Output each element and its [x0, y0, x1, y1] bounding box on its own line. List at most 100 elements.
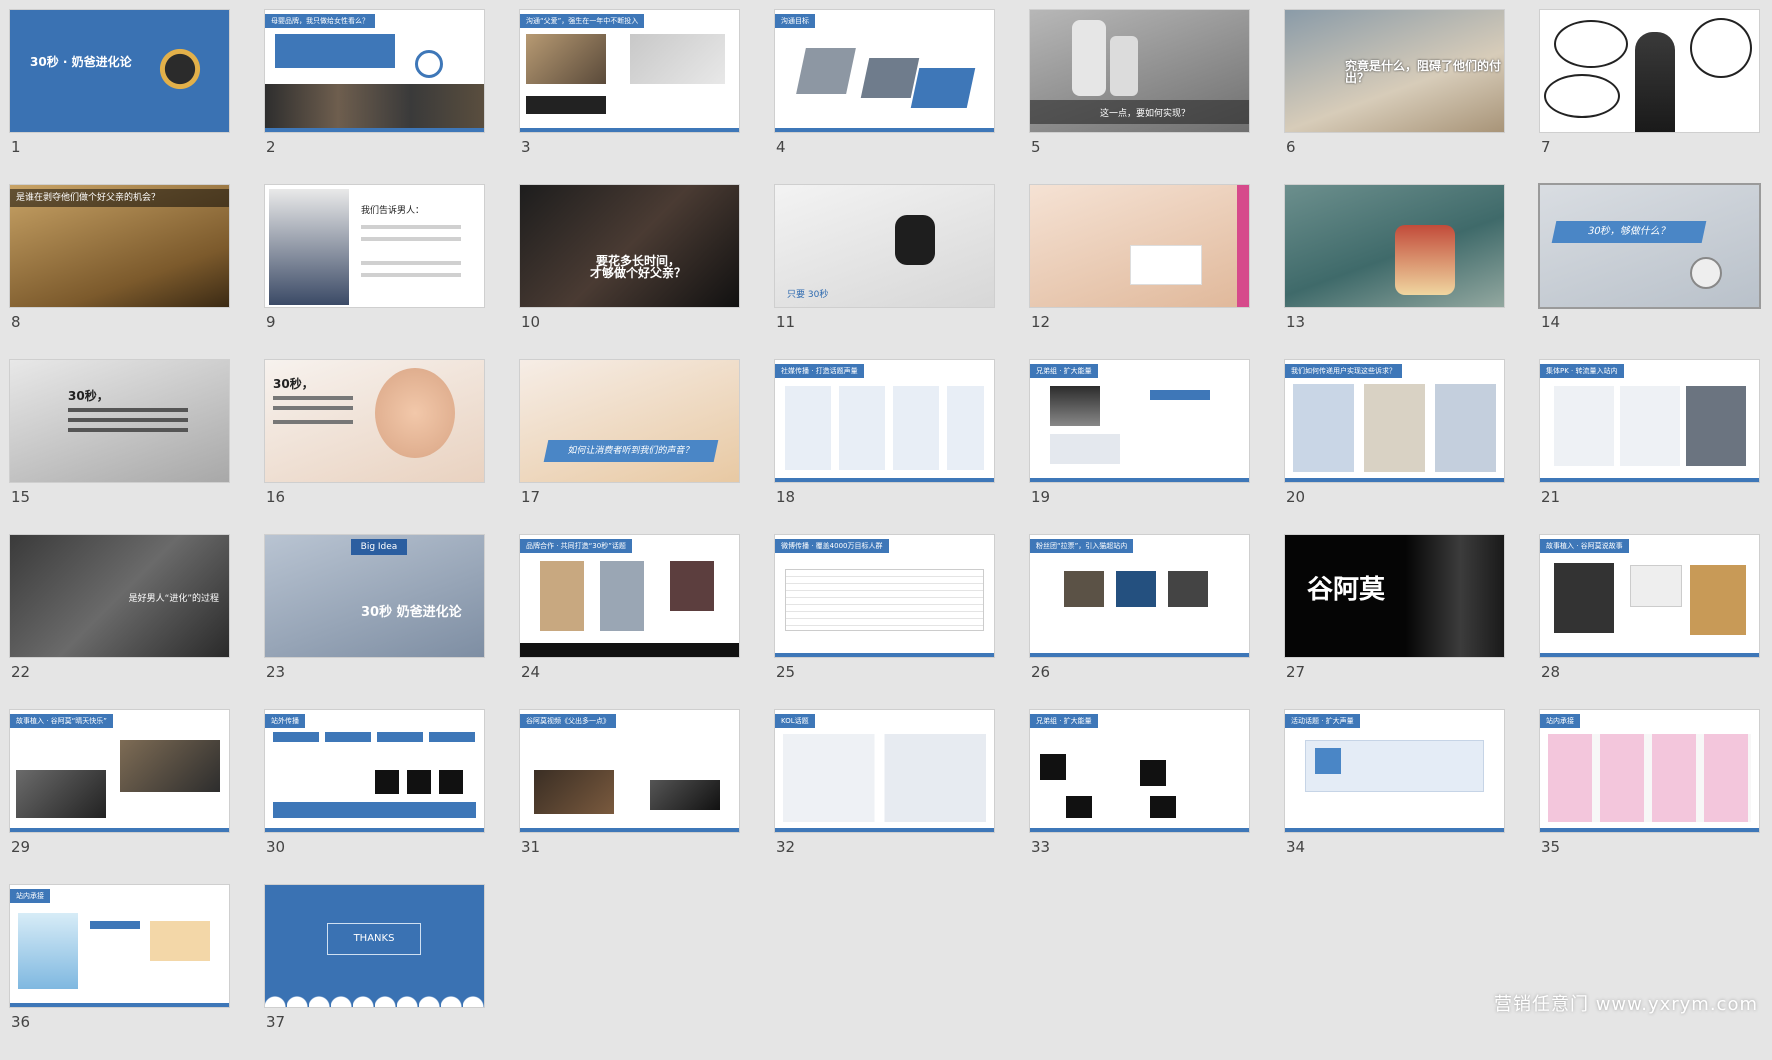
slide-thumbnail[interactable]: 兄弟组 · 扩大能量: [1030, 360, 1249, 482]
slide-thumbnail[interactable]: [1030, 185, 1249, 307]
slide-32[interactable]: KOL话题 32: [775, 710, 994, 885]
slide-number: 37: [266, 1013, 286, 1031]
slide-thumbnail[interactable]: 要花多长时间， 才够做个好父亲？: [520, 185, 739, 307]
slide-number: 14: [1541, 313, 1561, 331]
slide-thumbnail[interactable]: 母婴品牌，我只做给女性看么？: [265, 10, 484, 132]
slide-text: 30秒 奶爸进化论: [361, 605, 462, 620]
slide-thumbnail[interactable]: 沟通目标: [775, 10, 994, 132]
slide-thumbnail[interactable]: [1285, 185, 1504, 307]
slide-thumbnail[interactable]: 30秒，: [265, 360, 484, 482]
slide-6[interactable]: 究竟是什么，阻碍了他们的付出？ 6: [1285, 10, 1504, 185]
slide-thumbnail[interactable]: 究竟是什么，阻碍了他们的付出？: [1285, 10, 1504, 132]
slide-thumbnail[interactable]: 集体PK · 转流量入站内: [1540, 360, 1759, 482]
slide-2[interactable]: 母婴品牌，我只做给女性看么？ 2: [265, 10, 484, 185]
slide-thumbnail[interactable]: 谷阿莫视频《父出多一点》: [520, 710, 739, 832]
slide-number: 34: [1286, 838, 1306, 856]
slide-28[interactable]: 故事植入 · 谷阿莫说故事 28: [1540, 535, 1759, 710]
slide-25[interactable]: 微博传播 · 覆盖4000万目标人群 25: [775, 535, 994, 710]
slide-number: 10: [521, 313, 541, 331]
slide-22[interactable]: 是好男人“进化”的过程 22: [10, 535, 229, 710]
slide-thumbnail[interactable]: 粉丝团“拉票”，引入猫超站内: [1030, 535, 1249, 657]
slide-33[interactable]: 兄弟组 · 扩大能量 33: [1030, 710, 1249, 885]
slide-number: 28: [1541, 663, 1561, 681]
slide-thumbnail[interactable]: KOL话题: [775, 710, 994, 832]
slide-10[interactable]: 要花多长时间， 才够做个好父亲？ 10: [520, 185, 739, 360]
slide-thumbnail[interactable]: 活动话题 · 扩大声量: [1285, 710, 1504, 832]
slide-text: 30秒，: [273, 377, 314, 391]
slide-24[interactable]: 品牌合作 · 共同打造“30秒”话题 24: [520, 535, 739, 710]
slide-number: 7: [1541, 138, 1551, 156]
slide-16[interactable]: 30秒， 16: [265, 360, 484, 535]
slide-number: 11: [776, 313, 796, 331]
slide-27[interactable]: 谷阿莫 27: [1285, 535, 1504, 710]
slide-17[interactable]: 如何让消费者听到我们的声音？ 17: [520, 360, 739, 535]
slide-title-tag: 沟通“父爱”，强生在一年中不断投入: [520, 14, 645, 28]
slide-number: 21: [1541, 488, 1561, 506]
slide-thumbnail[interactable]: 故事植入 · 谷阿莫说故事: [1540, 535, 1759, 657]
slide-thumbnail[interactable]: 品牌合作 · 共同打造“30秒”话题: [520, 535, 739, 657]
slide-26[interactable]: 粉丝团“拉票”，引入猫超站内 26: [1030, 535, 1249, 710]
slide-34[interactable]: 活动话题 · 扩大声量 34: [1285, 710, 1504, 885]
slide-15[interactable]: 30秒， 15: [10, 360, 229, 535]
slide-21[interactable]: 集体PK · 转流量入站内 21: [1540, 360, 1759, 535]
slide-title-tag: 站外传播: [265, 714, 305, 728]
slide-thumbnail[interactable]: 这一点，要如何实现？: [1030, 10, 1249, 132]
slide-thumbnail[interactable]: 站外传播: [265, 710, 484, 832]
slide-20[interactable]: 我们如何传递用户实现这些诉求？ 20: [1285, 360, 1504, 535]
slide-37[interactable]: THANKS 37: [265, 885, 484, 1060]
slide-14[interactable]: 30秒，够做什么？ 14: [1540, 185, 1759, 360]
slide-thumbnail[interactable]: 30秒 · 奶爸进化论: [10, 10, 229, 132]
slide-thumbnail[interactable]: 故事植入 · 谷阿莫“晴天快乐”: [10, 710, 229, 832]
slide-29[interactable]: 故事植入 · 谷阿莫“晴天快乐” 29: [10, 710, 229, 885]
slide-thumbnail[interactable]: 是谁在剥夺他们做个好父亲的机会？: [10, 185, 229, 307]
slide-thumbnail[interactable]: THANKS: [265, 885, 484, 1007]
slide-8[interactable]: 是谁在剥夺他们做个好父亲的机会？ 8: [10, 185, 229, 360]
slide-number: 15: [11, 488, 31, 506]
slide-title-tag: 谷阿莫视频《父出多一点》: [520, 714, 616, 728]
slide-thumbnail[interactable]: 只要 30秒: [775, 185, 994, 307]
slide-title-tag: 站内承接: [1540, 714, 1580, 728]
slide-9[interactable]: 我们告诉男人： 9: [265, 185, 484, 360]
slide-number: 20: [1286, 488, 1306, 506]
slide-thumbnail[interactable]: 社媒传播 · 打造话题声量: [775, 360, 994, 482]
slide-title-tag: 活动话题 · 扩大声量: [1285, 714, 1360, 728]
slide-18[interactable]: 社媒传播 · 打造话题声量 18: [775, 360, 994, 535]
slide-35[interactable]: 站内承接 35: [1540, 710, 1759, 885]
slide-thumbnail[interactable]: 30秒，够做什么？: [1540, 185, 1759, 307]
slide-thumbnail[interactable]: [1540, 10, 1759, 132]
slide-thumbnail[interactable]: 兄弟组 · 扩大能量: [1030, 710, 1249, 832]
slide-36[interactable]: 站内承接 36: [10, 885, 229, 1060]
slide-12[interactable]: 12: [1030, 185, 1249, 360]
slide-thumbnail[interactable]: 如何让消费者听到我们的声音？: [520, 360, 739, 482]
slide-thumbnail[interactable]: 站内承接: [1540, 710, 1759, 832]
slide-thumbnail[interactable]: 微博传播 · 覆盖4000万目标人群: [775, 535, 994, 657]
slide-thumbnail[interactable]: 30秒，: [10, 360, 229, 482]
slide-number: 27: [1286, 663, 1306, 681]
slide-5[interactable]: 这一点，要如何实现？ 5: [1030, 10, 1249, 185]
slide-thumbnail[interactable]: 我们如何传递用户实现这些诉求？: [1285, 360, 1504, 482]
slide-4[interactable]: 沟通目标 4: [775, 10, 994, 185]
slide-thumbnail[interactable]: 谷阿莫: [1285, 535, 1504, 657]
slide-number: 2: [266, 138, 276, 156]
slide-number: 30: [266, 838, 286, 856]
slide-thumbnail[interactable]: Big Idea 30秒 奶爸进化论: [265, 535, 484, 657]
slide-19[interactable]: 兄弟组 · 扩大能量 19: [1030, 360, 1249, 535]
slide-31[interactable]: 谷阿莫视频《父出多一点》 31: [520, 710, 739, 885]
slide-title-tag: 兄弟组 · 扩大能量: [1030, 714, 1098, 728]
slide-title-tag: 我们如何传递用户实现这些诉求？: [1285, 364, 1402, 378]
slide-11[interactable]: 只要 30秒 11: [775, 185, 994, 360]
slide-3[interactable]: 沟通“父爱”，强生在一年中不断投入 3: [520, 10, 739, 185]
slide-23[interactable]: Big Idea 30秒 奶爸进化论 23: [265, 535, 484, 710]
slide-thumbnail[interactable]: 是好男人“进化”的过程: [10, 535, 229, 657]
slide-thumbnail[interactable]: 我们告诉男人：: [265, 185, 484, 307]
slide-thumbnail[interactable]: 站内承接: [10, 885, 229, 1007]
slide-30[interactable]: 站外传播 30: [265, 710, 484, 885]
slide-7[interactable]: 7: [1540, 10, 1759, 185]
slide-1[interactable]: 30秒 · 奶爸进化论 1: [10, 10, 229, 185]
avatars-illustration: [145, 34, 215, 104]
slide-13[interactable]: 13: [1285, 185, 1504, 360]
slide-text: 只要 30秒: [787, 290, 829, 300]
slide-thumbnail[interactable]: 沟通“父爱”，强生在一年中不断投入: [520, 10, 739, 132]
slide-title-tag: 社媒传播 · 打造话题声量: [775, 364, 864, 378]
slide-text: 30秒 · 奶爸进化论: [30, 55, 132, 69]
